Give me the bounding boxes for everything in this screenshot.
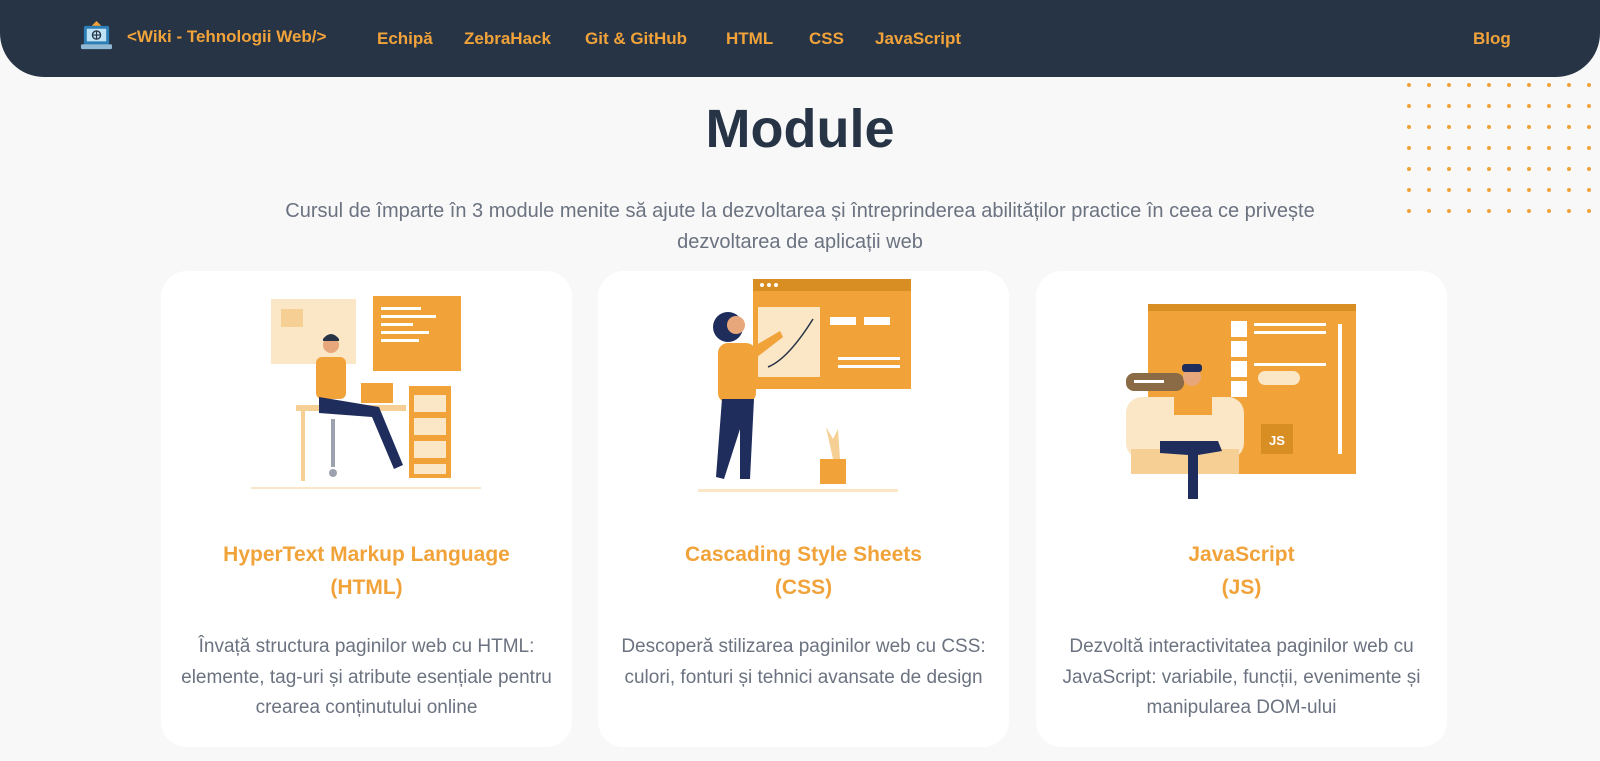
brand-name: <Wiki - Tehnologii Web/> bbox=[127, 26, 327, 46]
module-card-javascript[interactable]: JS JavaScript (JS) Dezvoltă interactivit… bbox=[1036, 271, 1447, 747]
person-at-desk-illustration bbox=[251, 296, 481, 489]
module-card-description: Descoperă stilizarea paginilor web cu CS… bbox=[621, 636, 986, 688]
module-card-title-line-2: (JS) bbox=[1221, 576, 1262, 599]
nav-link-blog[interactable]: Blog bbox=[1473, 29, 1511, 49]
module-card-title-line-1: HyperText Markup Language bbox=[223, 543, 510, 566]
nav-link-zebrahack[interactable]: ZebraHack bbox=[464, 29, 551, 49]
module-card-html[interactable]: HyperText Markup Language (HTML) Învață … bbox=[161, 271, 572, 747]
navbar: <Wiki - Tehnologii Web/> Echipă ZebraHac… bbox=[0, 0, 1600, 77]
module-card-title-line-1: Cascading Style Sheets bbox=[685, 543, 922, 566]
nav-link-css[interactable]: CSS bbox=[809, 29, 844, 49]
module-card-title: JavaScript (JS) bbox=[1056, 538, 1427, 604]
laptop-logo-icon bbox=[80, 20, 113, 50]
page-title: Module bbox=[705, 99, 895, 159]
module-card-description: Învață structura paginilor web cu HTML: … bbox=[181, 636, 552, 718]
module-card-title-line-2: (HTML) bbox=[330, 576, 403, 599]
page-subtitle: Cursul de împarte în 3 module menite să … bbox=[285, 200, 1315, 253]
module-card-title: Cascading Style Sheets (CSS) bbox=[618, 538, 989, 604]
module-card-description: Dezvoltă interactivitatea paginilor web … bbox=[1062, 636, 1421, 718]
module-card-title-line-1: JavaScript bbox=[1188, 543, 1295, 566]
nav-link-html[interactable]: HTML bbox=[726, 29, 773, 49]
nav-link-git-github[interactable]: Git & GitHub bbox=[585, 29, 687, 49]
nav-link-echipa[interactable]: Echipă bbox=[377, 29, 433, 49]
woman-at-board-illustration bbox=[698, 279, 911, 492]
module-card-css[interactable]: Cascading Style Sheets (CSS) Descoperă s… bbox=[598, 271, 1009, 747]
brand-link[interactable]: <Wiki - Tehnologii Web/> bbox=[80, 20, 326, 53]
module-card-title: HyperText Markup Language (HTML) bbox=[181, 538, 552, 604]
man-on-sofa-illustration: JS bbox=[1126, 304, 1356, 499]
nav-link-javascript[interactable]: JavaScript bbox=[875, 29, 961, 49]
module-card-title-line-2: (CSS) bbox=[774, 576, 833, 599]
js-badge: JS bbox=[1269, 433, 1285, 448]
